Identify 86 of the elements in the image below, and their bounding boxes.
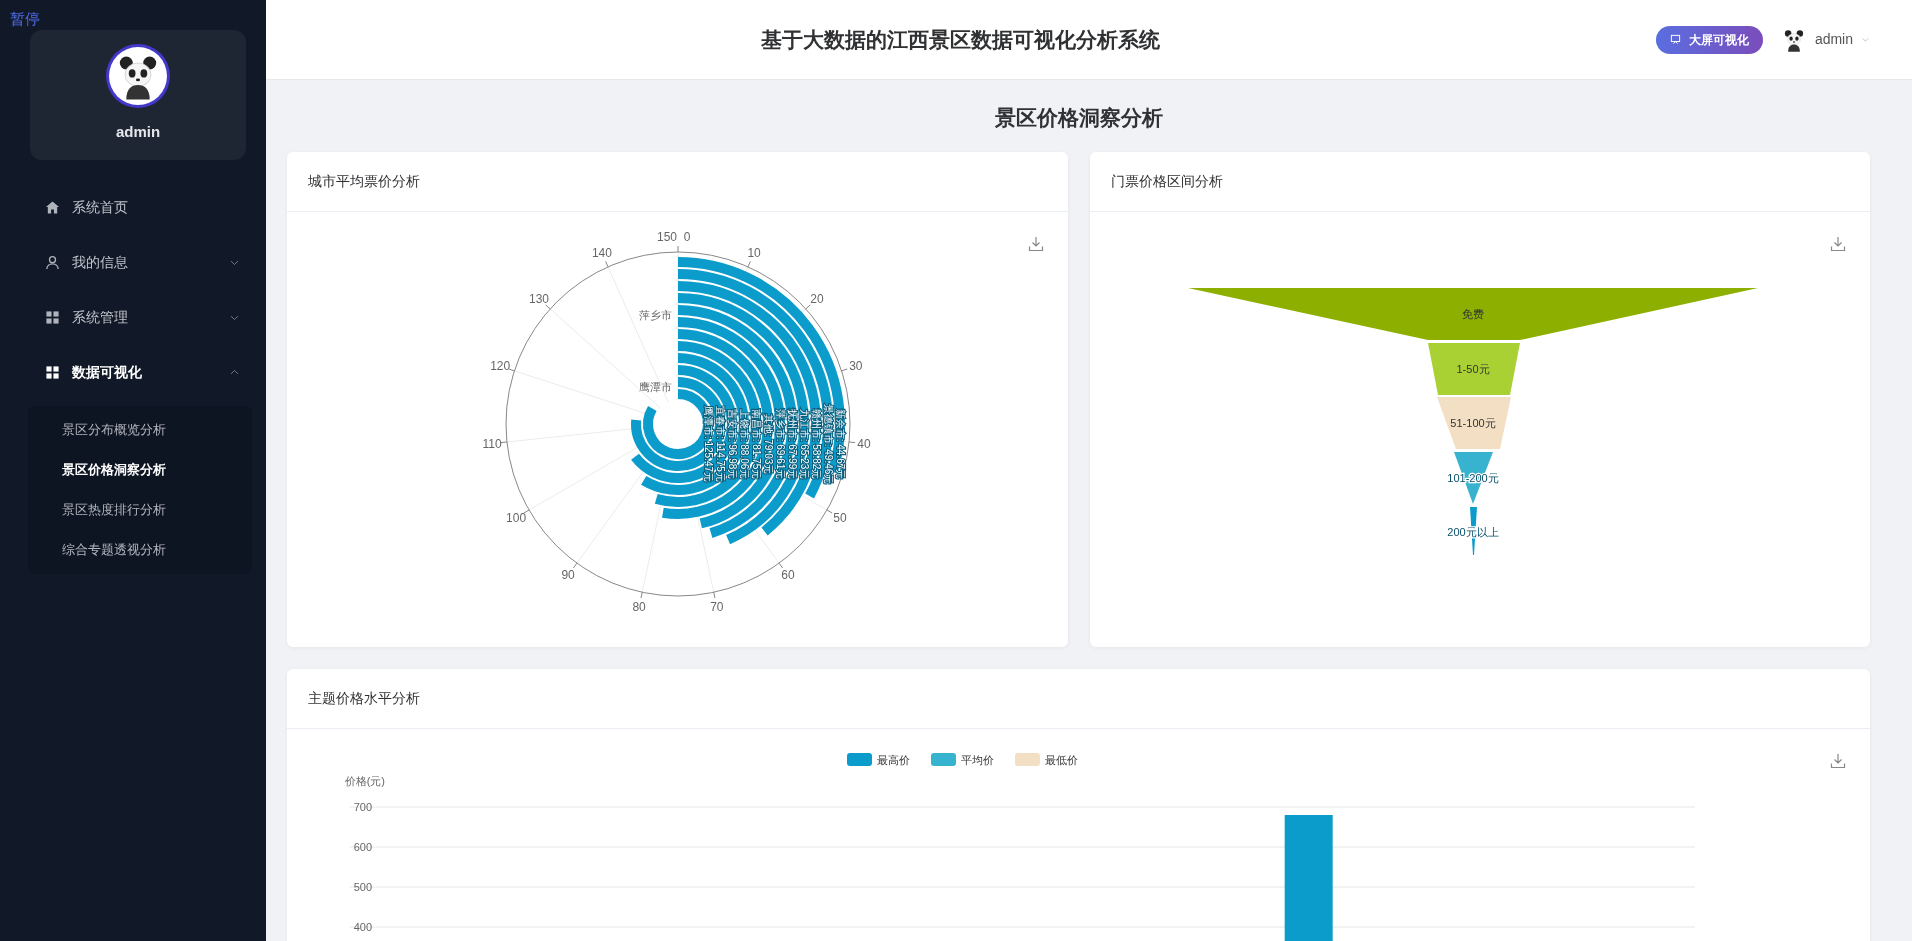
axis-label: 600: [353, 840, 372, 853]
legend-label: 最高价: [877, 753, 910, 766]
axis-label: 130: [529, 291, 550, 306]
tick-mark: [713, 591, 716, 599]
tick-mark: [826, 509, 833, 513]
big-screen-button[interactable]: 大屏可视化: [1655, 25, 1763, 54]
value-label: 萍乡市: 69.61元: [774, 408, 786, 479]
axis-label: 50: [833, 510, 847, 524]
menu-item[interactable]: 我的信息: [0, 235, 266, 290]
value-label: 抚州市: 67.99元: [786, 408, 798, 479]
value-label: 上饶市: 88.06元: [738, 408, 750, 479]
value-label: 赣州市: 58.82元: [810, 408, 822, 479]
tick-mark: [805, 303, 811, 309]
menu-item[interactable]: 系统管理: [0, 290, 266, 345]
value-label: 鹰潭市: 125.47元: [702, 405, 714, 482]
axis-label: 30: [849, 358, 863, 373]
axis-label: 700: [353, 800, 372, 813]
home-icon: [45, 200, 60, 215]
submenu-item[interactable]: 景区分布概览分析: [28, 410, 252, 450]
axis-title: 价格(元): [344, 774, 385, 787]
submenu-item[interactable]: 综合专题透视分析: [28, 530, 252, 570]
funnel-label: 免费: [1462, 307, 1484, 320]
tick-mark: [508, 368, 515, 371]
tick-mark: [523, 509, 530, 513]
legend-label: 最低价: [1045, 753, 1078, 766]
overlay-label: 暂停: [10, 9, 40, 30]
app-title: 基于大数据的江西景区数据可视化分析系统: [761, 26, 1161, 53]
card-title: 门票价格区间分析: [1111, 171, 1223, 191]
user-name[interactable]: admin: [1814, 29, 1853, 50]
axis-label: 40: [857, 436, 871, 451]
axis-label: 150: [657, 229, 677, 244]
axis-label: 10: [747, 245, 761, 260]
value-label: 南昌市: 81.75元: [750, 408, 762, 479]
axis-label: 80: [632, 599, 646, 614]
tick-mark: [747, 260, 751, 267]
legend-swatch: [931, 752, 956, 766]
profile-name: admin: [115, 121, 161, 142]
tick-mark: [500, 441, 508, 443]
page-title: 景区价格洞察分析: [993, 105, 1164, 131]
tick-mark: [572, 562, 578, 568]
axis-label: 鹰潭市: [639, 380, 672, 393]
value-label: 景德镇市: 49.46元: [822, 403, 834, 484]
submenu-item[interactable]: 景区价格洞察分析: [28, 450, 252, 490]
user-icon: [45, 255, 60, 270]
axis-label: 萍乡市: [639, 308, 672, 321]
axis-label: 500: [353, 880, 372, 893]
funnel-label: 51-100元: [1450, 416, 1496, 429]
value-label: 宜春市: 114.75元: [714, 405, 726, 482]
tick-mark: [848, 441, 856, 443]
legend-swatch: [1015, 752, 1040, 766]
submenu-item[interactable]: 景区热度排行分析: [28, 490, 252, 530]
card-title: 主题价格水平分析: [308, 688, 420, 708]
axis-label: 120: [490, 358, 511, 373]
tick-mark: [545, 303, 551, 309]
tick-mark: [605, 260, 609, 267]
tick-mark: [778, 562, 784, 568]
tick-mark: [640, 591, 643, 599]
grid-icon: [45, 310, 60, 325]
funnel-label: 1-50元: [1456, 362, 1490, 375]
caret-icon: [1861, 35, 1870, 44]
card-title: 城市平均票价分析: [308, 171, 420, 191]
download-icon[interactable]: [1830, 752, 1846, 769]
axis-label: 60: [781, 567, 795, 582]
tick-mark: [677, 245, 679, 252]
tick-mark: [841, 368, 848, 371]
axis-label: 140: [591, 245, 612, 260]
legend-swatch: [847, 752, 872, 766]
axis-label: 0: [683, 229, 691, 244]
value-label: 其他: 79.03元: [762, 413, 774, 474]
legend-label: 平均价: [961, 753, 994, 766]
download-icon[interactable]: [1028, 235, 1044, 252]
axis-label: 110: [482, 436, 502, 451]
value-label: 新余市: 44.67元: [834, 408, 846, 479]
value-label: 九江市: 65.23元: [798, 408, 810, 479]
grid-icon: [45, 365, 60, 380]
axis-label: 70: [710, 599, 724, 614]
axis-label: 90: [561, 567, 575, 582]
profile-avatar: [109, 46, 167, 105]
download-icon[interactable]: [1830, 235, 1846, 252]
axis-label: 20: [810, 291, 824, 306]
axis-label: 100: [506, 510, 527, 524]
menu-item[interactable]: 系统首页: [0, 180, 266, 235]
value-label: 吉安市: 96.98元: [726, 408, 738, 479]
axis-label: 400: [353, 920, 372, 933]
menu-item[interactable]: 数据可视化: [0, 345, 266, 400]
monitor-icon: [1669, 34, 1681, 45]
